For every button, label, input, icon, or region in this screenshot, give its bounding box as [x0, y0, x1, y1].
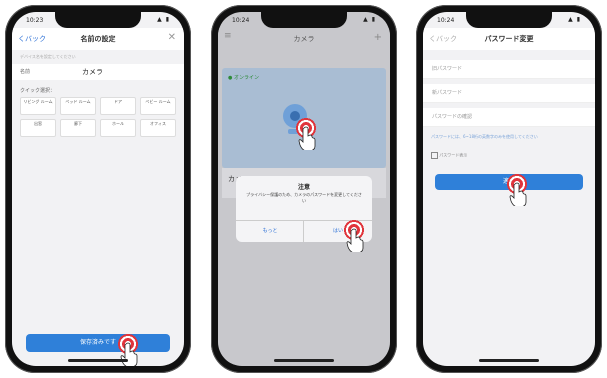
navbar: ≡ カメラ +	[218, 28, 390, 50]
quick-select-label: クイック選択：	[20, 88, 56, 94]
navbar: くバック パスワード変更	[423, 28, 595, 50]
phone-camera-dialog: 10:24 ▲ ▮ ≡ カメラ + ● オンライン カメ 注意 プライバシー保護…	[211, 5, 397, 373]
dialog-message: プライバシー保護のため、カメラのパスワードを変更してください	[246, 192, 362, 203]
page-title: カメラ	[293, 35, 315, 43]
add-icon[interactable]: +	[374, 32, 382, 43]
navbar: くバック 名前の設定 ✕	[12, 28, 184, 50]
confirm-password-field[interactable]: パスワードの確認	[423, 108, 595, 127]
quick-option[interactable]: ベッド ルーム	[60, 97, 96, 115]
online-status: ● オンライン	[228, 75, 259, 81]
status-icons: ▲ ▮	[157, 16, 170, 23]
save-button[interactable]: 保存済みです	[26, 334, 170, 352]
pointing-hand-icon	[298, 126, 316, 150]
quick-option[interactable]: リビング ルーム	[20, 97, 56, 115]
quick-option[interactable]: 廊下	[60, 119, 96, 137]
status-icons: ▲ ▮	[568, 16, 581, 23]
status-bar: 10:24 ▲ ▮	[232, 15, 376, 27]
status-bar: 10:24 ▲ ▮	[437, 15, 581, 27]
phone-password-change: 10:24 ▲ ▮ くバック パスワード変更 旧パスワード 新パスワード パスワ…	[416, 5, 602, 373]
name-field[interactable]: 名前 カメラ	[12, 64, 184, 80]
quick-option[interactable]: 出窓	[20, 119, 56, 137]
name-label: 名前	[20, 69, 31, 75]
page-title: 名前の設定	[80, 35, 116, 43]
phone-name-settings: 10:23 ▲ ▮ くバック 名前の設定 ✕ デバイス名を設定してください 名前…	[5, 5, 191, 373]
screen: 10:24 ▲ ▮ くバック パスワード変更 旧パスワード 新パスワード パスワ…	[423, 12, 595, 366]
close-icon[interactable]: ✕	[168, 32, 176, 43]
pointing-hand-icon	[346, 228, 364, 252]
status-time: 10:23	[26, 17, 44, 24]
home-indicator	[274, 359, 334, 362]
screen: 10:24 ▲ ▮ ≡ カメラ + ● オンライン カメ 注意 プライバシー保護…	[218, 12, 390, 366]
show-password-label: パスワード表示	[439, 152, 468, 158]
dialog-cancel-button[interactable]: もっと	[236, 220, 304, 242]
quick-option[interactable]: ベビー ルーム	[140, 97, 176, 115]
name-value[interactable]: カメラ	[82, 64, 103, 80]
checkbox[interactable]	[431, 152, 438, 159]
quick-option[interactable]: ホール	[100, 119, 136, 137]
quick-option[interactable]: オフィス	[140, 119, 176, 137]
home-indicator	[68, 359, 128, 362]
quick-option[interactable]: ドア	[100, 97, 136, 115]
status-time: 10:24	[437, 17, 455, 24]
old-password-field[interactable]: 旧パスワード	[423, 60, 595, 79]
hint-text: デバイス名を設定してください	[20, 54, 76, 59]
pointing-hand-icon	[509, 182, 527, 206]
home-indicator	[479, 359, 539, 362]
password-hint: パスワードには、6~18桁の英数字のみを使用してください	[431, 134, 538, 139]
page-title: パスワード変更	[484, 35, 534, 43]
status-time: 10:24	[232, 17, 250, 24]
new-password-field[interactable]: 新パスワード	[423, 84, 595, 103]
status-bar: 10:23 ▲ ▮	[26, 15, 170, 27]
show-password-option[interactable]: パスワード表示	[423, 152, 595, 159]
screen: 10:23 ▲ ▮ くバック 名前の設定 ✕ デバイス名を設定してください 名前…	[12, 12, 184, 366]
quick-select-grid: リビング ルーム ベッド ルーム ドア ベビー ルーム 出窓 廊下 ホール オフ…	[20, 97, 176, 137]
status-icons: ▲ ▮	[363, 16, 376, 23]
pointing-hand-icon	[120, 342, 138, 366]
dialog-title: 注意	[297, 184, 310, 191]
